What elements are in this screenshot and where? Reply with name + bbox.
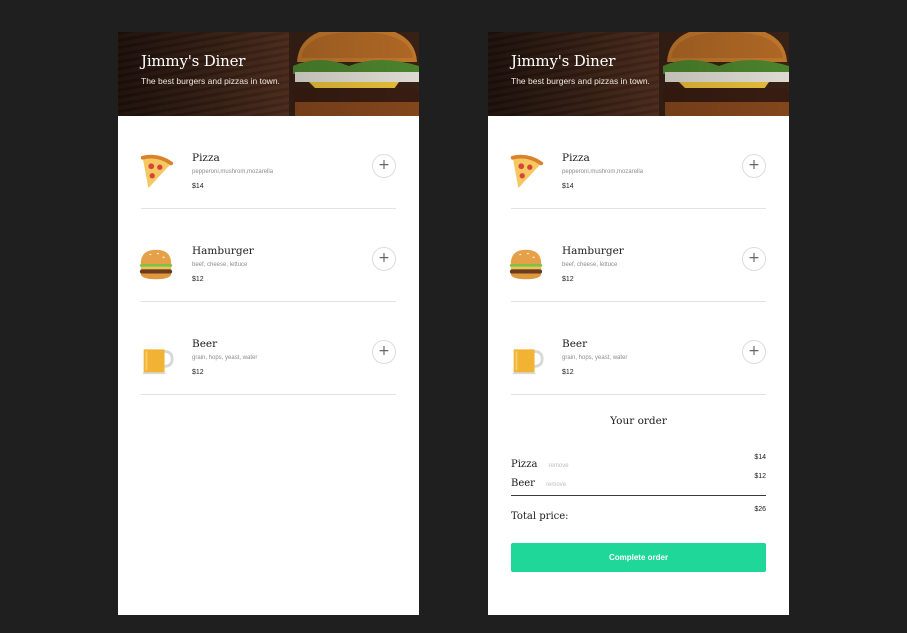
- header-banner: Jimmy's Diner The best burgers and pizza…: [118, 32, 419, 116]
- item-price: $12: [192, 369, 204, 376]
- restaurant-tagline: The best burgers and pizzas in town.: [511, 76, 650, 86]
- item-ingredients: pepperoni,mushrom,mozarella: [562, 169, 644, 175]
- item-name: Beer: [562, 338, 588, 350]
- order-item-name: Beer: [511, 478, 535, 489]
- item-name: Beer: [192, 338, 218, 350]
- item-price: $14: [562, 183, 574, 190]
- menu-item-beer: Beer grain, hops, yeast, water $12 +: [511, 302, 766, 395]
- item-price: $12: [562, 276, 574, 283]
- menu-item-pizza: Pizza pepperoni,mushrom,mozarella $14 +: [141, 116, 396, 209]
- complete-order-button[interactable]: Complete order: [511, 543, 766, 572]
- order-item-price: $12: [754, 473, 766, 480]
- menu-item-hamburger: Hamburger beef, cheese, lettuce $12 +: [511, 209, 766, 302]
- menu-list: Pizza pepperoni,mushrom,mozarella $14 + …: [488, 116, 789, 395]
- item-ingredients: pepperoni,mushrom,mozarella: [192, 169, 274, 175]
- pizza-icon: [137, 152, 175, 190]
- order-title: Your order: [610, 415, 667, 427]
- restaurant-title: Jimmy's Diner: [141, 52, 246, 70]
- item-price: $12: [192, 276, 204, 283]
- total-label: Total price:: [511, 511, 569, 522]
- order-divider: [511, 495, 766, 496]
- add-pizza-button[interactable]: +: [742, 154, 766, 178]
- restaurant-tagline: The best burgers and pizzas in town.: [141, 76, 280, 86]
- menu-screen-left: Jimmy's Diner The best burgers and pizza…: [118, 32, 419, 615]
- menu-item-beer: Beer grain, hops, yeast, water $12 +: [141, 302, 396, 395]
- item-ingredients: beef, cheese, lettuce: [562, 262, 618, 268]
- menu-item-hamburger: Hamburger beef, cheese, lettuce $12 +: [141, 209, 396, 302]
- add-hamburger-button[interactable]: +: [372, 247, 396, 271]
- header-banner: Jimmy's Diner The best burgers and pizza…: [488, 32, 789, 116]
- total-row: Total price: $26: [511, 504, 766, 522]
- item-name: Pizza: [192, 152, 220, 164]
- order-lines: Pizza remove $14 Beer remove $12: [511, 452, 766, 490]
- item-price: $12: [562, 369, 574, 376]
- menu-list: Pizza pepperoni,mushrom,mozarella $14 + …: [118, 116, 419, 395]
- order-line-pizza: Pizza remove $14: [511, 452, 766, 471]
- beer-icon: [507, 338, 545, 376]
- add-hamburger-button[interactable]: +: [742, 247, 766, 271]
- add-pizza-button[interactable]: +: [372, 154, 396, 178]
- item-name: Hamburger: [562, 245, 624, 257]
- order-line-beer: Beer remove $12: [511, 471, 766, 490]
- hamburger-icon: [137, 245, 175, 283]
- menu-item-pizza: Pizza pepperoni,mushrom,mozarella $14 +: [511, 116, 766, 209]
- item-name: Pizza: [562, 152, 590, 164]
- item-ingredients: grain, hops, yeast, water: [192, 355, 258, 361]
- order-item-price: $14: [754, 454, 766, 461]
- hamburger-icon: [507, 245, 545, 283]
- remove-pizza-button[interactable]: remove: [549, 463, 569, 469]
- total-value: $26: [754, 506, 766, 513]
- pizza-icon: [507, 152, 545, 190]
- beer-icon: [137, 338, 175, 376]
- item-price: $14: [192, 183, 204, 190]
- item-name: Hamburger: [192, 245, 254, 257]
- item-ingredients: beef, cheese, lettuce: [192, 262, 248, 268]
- menu-screen-right: Jimmy's Diner The best burgers and pizza…: [488, 32, 789, 615]
- item-ingredients: grain, hops, yeast, water: [562, 355, 628, 361]
- restaurant-title: Jimmy's Diner: [511, 52, 616, 70]
- order-item-name: Pizza: [511, 459, 538, 470]
- remove-beer-button[interactable]: remove: [546, 482, 566, 488]
- order-summary: Your order Pizza remove $14 Beer remove …: [488, 415, 789, 572]
- add-beer-button[interactable]: +: [742, 340, 766, 364]
- add-beer-button[interactable]: +: [372, 340, 396, 364]
